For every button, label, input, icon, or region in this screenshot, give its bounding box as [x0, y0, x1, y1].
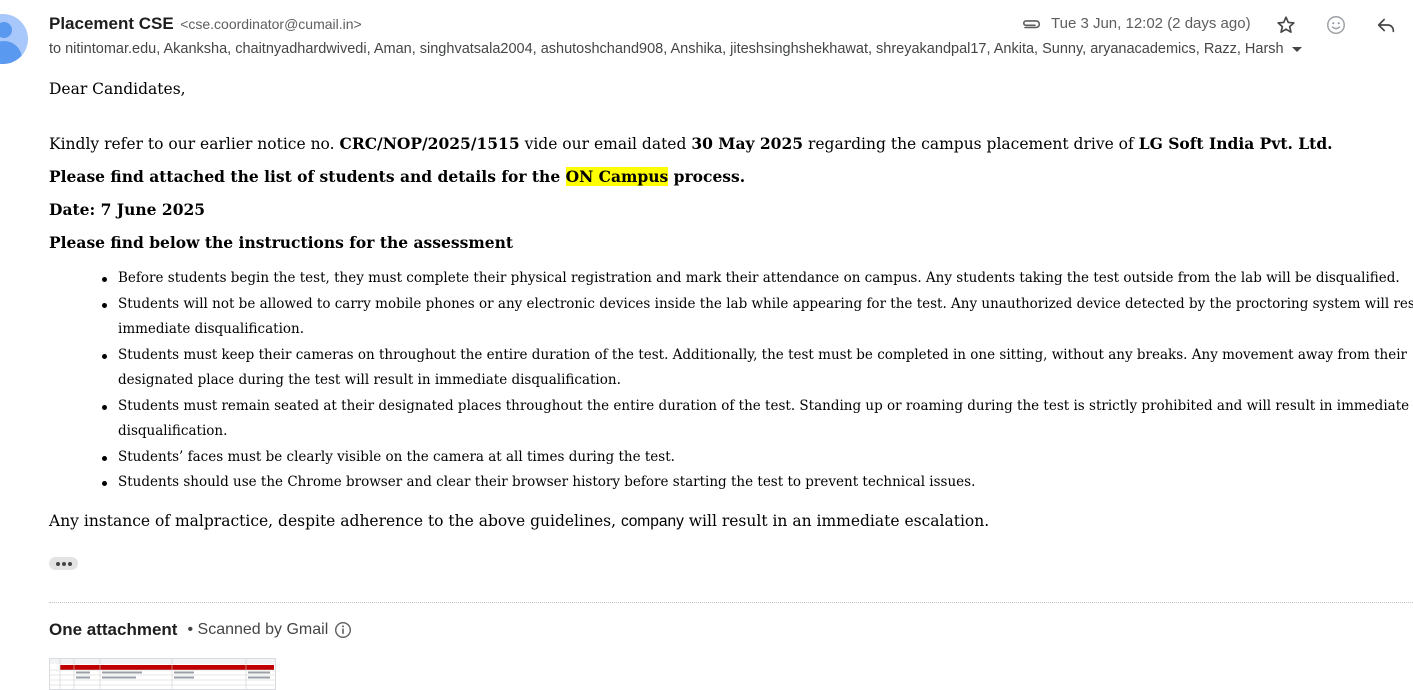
- instruction-item: Students will not be allowed to carry mo…: [49, 292, 1413, 343]
- instructions-heading: Please find below the instructions for t…: [49, 233, 514, 252]
- spreadsheet-preview: [50, 659, 275, 689]
- info-icon[interactable]: [334, 621, 352, 639]
- avatar-shoulders: [0, 41, 22, 64]
- instruction-text: Before students begin the test, they mus…: [118, 270, 1400, 286]
- recipients-text: to nitintomar.edu, Akanksha, chaitnyadha…: [49, 41, 1284, 57]
- on-campus-highlight: ON Campus: [565, 167, 669, 186]
- greeting: Dear Candidates,: [49, 80, 186, 98]
- instruction-item: Before students begin the test, they mus…: [49, 266, 1413, 292]
- instruction-text: disqualification.: [118, 423, 228, 439]
- chevron-down-icon[interactable]: [1291, 46, 1302, 52]
- final-paragraph: Any instance of malpractice, despite adh…: [49, 510, 989, 533]
- avatar[interactable]: [0, 14, 28, 64]
- notice-date: 30 May 2025: [691, 134, 804, 153]
- notice-ref: CRC/NOP/2025/1515: [339, 134, 520, 153]
- instruction-text: Students will not be allowed to carry mo…: [118, 295, 1413, 312]
- sender-email: <cse.coordinator@cumail.in>: [180, 16, 362, 32]
- attached-list-paragraph: Please find attached the list of student…: [49, 166, 745, 188]
- attachment-thumbnail[interactable]: [49, 658, 276, 690]
- notice-text-2: vide our email dated: [519, 135, 692, 153]
- find-text-2: process.: [668, 167, 746, 186]
- instruction-text: Students must keep their cameras on thro…: [118, 346, 1407, 363]
- instruction-text: Students should use the Chrome browser a…: [118, 474, 976, 490]
- star-icon[interactable]: [1275, 14, 1297, 36]
- notice-paragraph: Kindly refer to our earlier notice no. C…: [49, 133, 1333, 155]
- sender: Placement CSE <cse.coordinator@cumail.in…: [49, 14, 362, 34]
- attachments-title: One attachment: [49, 620, 178, 639]
- instruction-item: Students’ faces must be clearly visible …: [49, 445, 1413, 471]
- avatar-head: [0, 22, 12, 38]
- emoji-icon[interactable]: [1325, 14, 1347, 36]
- final-text-2: will result in an immediate escalation.: [683, 512, 990, 530]
- sender-name[interactable]: Placement CSE: [49, 14, 174, 33]
- message-date: Tue 3 Jun, 12:02 (2 days ago): [1051, 15, 1251, 32]
- dot: [67, 561, 72, 566]
- dot: [61, 561, 66, 566]
- instruction-text: designated place during the test will re…: [118, 372, 621, 388]
- instruction-item: Students should use the Chrome browser a…: [49, 470, 1413, 496]
- find-text-1: Please find attached the list of student…: [49, 167, 566, 186]
- instruction-text: immediate disqualification.: [118, 321, 305, 337]
- scanned-by-gmail: • Scanned by Gmail: [187, 621, 329, 638]
- final-text-1: Any instance of malpractice, despite adh…: [49, 512, 621, 530]
- message-meta: Tue 3 Jun, 12:02 (2 days ago): [1021, 15, 1251, 32]
- notice-text-1: Kindly refer to our earlier notice no.: [49, 135, 340, 153]
- instruction-text: Students must remain seated at their des…: [118, 397, 1410, 414]
- more-icon[interactable]: [49, 557, 78, 570]
- paperclip-icon: [1023, 19, 1041, 28]
- instructions-list: Before students begin the test, they mus…: [49, 266, 1413, 496]
- test-date: Date: 7 June 2025: [49, 200, 206, 219]
- instruction-item: Students must keep their cameras on thro…: [49, 343, 1413, 394]
- reply-icon[interactable]: [1375, 14, 1397, 36]
- instruction-item: Students must remain seated at their des…: [49, 394, 1413, 445]
- final-company-word: company: [620, 513, 684, 530]
- notice-text-3: regarding the campus placement drive of: [803, 135, 1139, 153]
- attachments-divider: [49, 602, 1413, 603]
- dot: [55, 561, 60, 566]
- notice-company: LG Soft India Pvt. Ltd.: [1138, 134, 1333, 153]
- attachments-header: One attachment • Scanned by Gmail: [49, 620, 352, 640]
- instruction-text: Students’ faces must be clearly visible …: [118, 448, 675, 465]
- recipients[interactable]: to nitintomar.edu, Akanksha, chaitnyadha…: [49, 41, 1302, 57]
